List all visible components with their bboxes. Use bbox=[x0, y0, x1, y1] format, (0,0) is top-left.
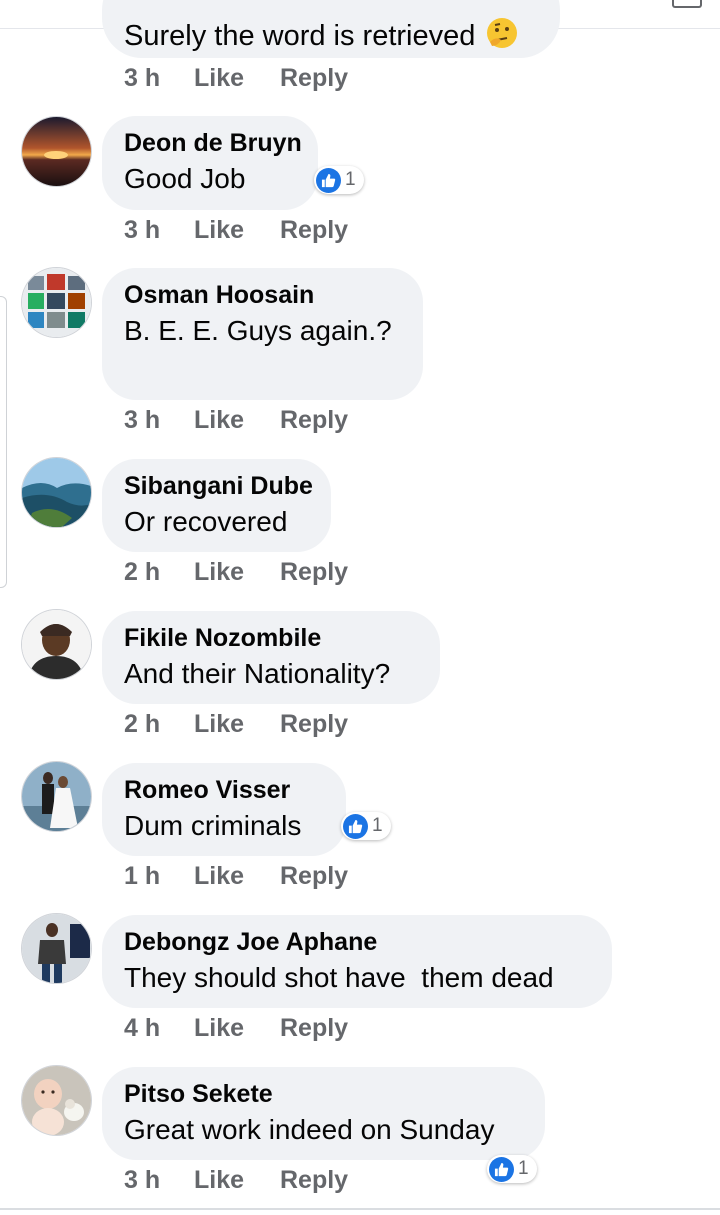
reply-link[interactable]: Reply bbox=[280, 405, 348, 435]
bookmark-icon[interactable] bbox=[672, 0, 702, 8]
comment-time: 4 h bbox=[124, 1014, 161, 1042]
comment-actions: 4 h Like Reply bbox=[124, 1013, 348, 1043]
comment-bubble[interactable]: Romeo Visser Dum criminals bbox=[102, 763, 346, 856]
comment-time: 1 h bbox=[124, 862, 161, 890]
like-link[interactable]: Like bbox=[194, 63, 280, 93]
comment-author[interactable]: Pitso Sekete bbox=[124, 1079, 523, 1109]
comment-actions: 1 h Like Reply bbox=[124, 861, 348, 891]
like-link[interactable]: Like bbox=[194, 709, 280, 739]
avatar[interactable] bbox=[22, 117, 91, 186]
comment-actions: 2 h Like Reply bbox=[124, 709, 348, 739]
reaction-count: 1 bbox=[345, 169, 356, 190]
comment-author[interactable]: Debongz Joe Aphane bbox=[124, 927, 590, 957]
comment-text: Or recovered bbox=[124, 506, 288, 537]
reaction-badge[interactable]: 1 bbox=[341, 812, 391, 840]
thumbs-up-icon bbox=[316, 167, 341, 193]
reaction-badge[interactable]: 1 bbox=[487, 1155, 537, 1183]
avatar[interactable] bbox=[22, 1066, 91, 1135]
comment-time: 3 h bbox=[124, 1166, 161, 1194]
comment-time: 2 h bbox=[124, 710, 161, 738]
comment-time: 2 h bbox=[124, 558, 161, 586]
thumbs-up-icon bbox=[343, 813, 368, 839]
comment-bubble[interactable]: Surely the word is retrieved bbox=[102, 0, 560, 58]
comment-text: Good Job bbox=[124, 163, 246, 194]
avatar[interactable] bbox=[22, 458, 91, 527]
comment-text: Surely the word is retrieved bbox=[124, 16, 538, 59]
comment-bubble[interactable]: Deon de Bruyn Good Job bbox=[102, 116, 318, 210]
comment-actions: 3 h Like Reply bbox=[124, 215, 348, 245]
bottom-divider bbox=[0, 1208, 720, 1210]
reply-link[interactable]: Reply bbox=[280, 557, 348, 587]
comment-text: B. E. E. Guys again.? bbox=[124, 315, 392, 346]
reaction-badge[interactable]: 1 bbox=[314, 166, 364, 194]
comment-author[interactable]: Osman Hoosain bbox=[124, 280, 401, 310]
comment-text: They should shot have them dead bbox=[124, 962, 554, 993]
comment-actions: 3 h Like Reply bbox=[124, 405, 348, 435]
comment-author[interactable]: Sibangani Dube bbox=[124, 471, 313, 501]
like-link[interactable]: Like bbox=[194, 1013, 280, 1043]
like-link[interactable]: Like bbox=[194, 557, 280, 587]
comment-author[interactable]: Romeo Visser bbox=[124, 775, 324, 805]
thumbs-up-icon bbox=[489, 1156, 514, 1182]
avatar[interactable] bbox=[22, 610, 91, 679]
comment-bubble[interactable]: Fikile Nozombile And their Nationality? bbox=[102, 611, 440, 704]
like-link[interactable]: Like bbox=[194, 1165, 280, 1195]
reply-link[interactable]: Reply bbox=[280, 1165, 348, 1195]
comment-author[interactable]: Fikile Nozombile bbox=[124, 623, 418, 653]
thinking-face-emoji-icon bbox=[485, 16, 519, 59]
reaction-count: 1 bbox=[518, 1158, 529, 1179]
comment-bubble[interactable]: Pitso Sekete Great work indeed on Sunday bbox=[102, 1067, 545, 1160]
comment-author[interactable]: Deon de Bruyn bbox=[124, 128, 302, 158]
reply-link[interactable]: Reply bbox=[280, 63, 348, 93]
reply-link[interactable]: Reply bbox=[280, 861, 348, 891]
like-link[interactable]: Like bbox=[194, 405, 280, 435]
comment-text: And their Nationality? bbox=[124, 658, 391, 689]
avatar[interactable] bbox=[22, 762, 91, 831]
reply-link[interactable]: Reply bbox=[280, 215, 348, 245]
scroll-handle[interactable] bbox=[0, 296, 7, 588]
comment-text: Dum criminals bbox=[124, 810, 302, 841]
comment-time: 3 h bbox=[124, 406, 161, 434]
avatar[interactable] bbox=[22, 268, 91, 337]
comment-actions: 3 h Like Reply bbox=[124, 63, 348, 93]
comment-actions: 2 h Like Reply bbox=[124, 557, 348, 587]
avatar[interactable] bbox=[22, 914, 91, 983]
like-link[interactable]: Like bbox=[194, 215, 280, 245]
comment-bubble[interactable]: Osman Hoosain B. E. E. Guys again.? bbox=[102, 268, 423, 400]
comment-text: Great work indeed on Sunday bbox=[124, 1114, 495, 1145]
reply-link[interactable]: Reply bbox=[280, 709, 348, 739]
comment-time: 3 h bbox=[124, 64, 161, 92]
comment-bubble[interactable]: Sibangani Dube Or recovered bbox=[102, 459, 331, 552]
comment-time: 3 h bbox=[124, 216, 161, 244]
comment-bubble[interactable]: Debongz Joe Aphane They should shot have… bbox=[102, 915, 612, 1008]
like-link[interactable]: Like bbox=[194, 861, 280, 891]
comment-actions: 3 h Like Reply bbox=[124, 1165, 348, 1195]
reply-link[interactable]: Reply bbox=[280, 1013, 348, 1043]
reaction-count: 1 bbox=[372, 815, 383, 836]
